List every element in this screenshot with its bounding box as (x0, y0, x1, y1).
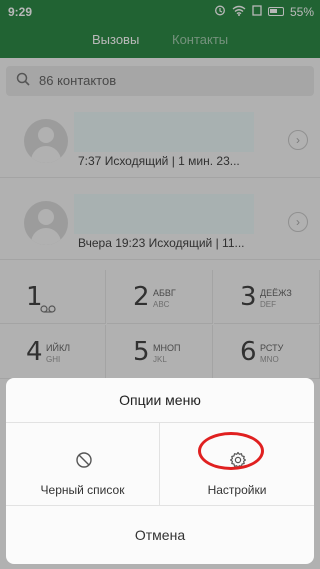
sheet-title: Опции меню (119, 392, 201, 408)
settings-label: Настройки (207, 483, 267, 497)
blacklist-option[interactable]: Черный список (6, 423, 160, 505)
highlight-annotation (198, 432, 264, 470)
cancel-button[interactable]: Отмена (6, 506, 314, 564)
block-icon (76, 452, 92, 468)
blacklist-label: Черный список (40, 483, 125, 497)
menu-options-sheet: Опции меню Черный список Настройки Отмен… (6, 378, 314, 564)
